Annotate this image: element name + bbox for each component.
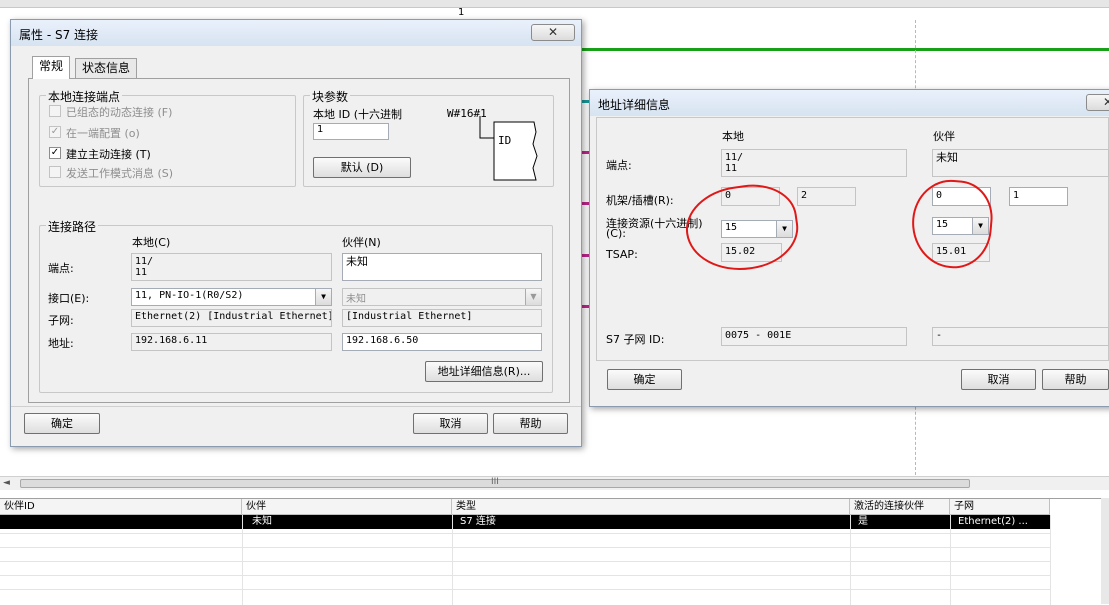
local-id-label: 本地 ID (十六进制: [313, 108, 402, 121]
endpoint-line: 11/: [135, 256, 154, 267]
close-icon[interactable]: ✕: [1086, 94, 1109, 111]
tsap-label: TSAP:: [606, 248, 638, 261]
table-cell-type: S7 连接: [460, 516, 496, 527]
scroll-left-icon[interactable]: ◄: [3, 478, 10, 488]
column-header-partner-id[interactable]: 伙伴ID: [0, 499, 242, 515]
grid-line: [0, 589, 1050, 590]
local-interface-select[interactable]: 11, PN-IO-1(R0/S2) ▼: [131, 288, 332, 306]
partner-endpoint-field: 未知: [342, 253, 542, 281]
group-title: 连接路径: [46, 218, 99, 235]
block-id-label: ID: [498, 134, 512, 147]
checkbox-active-connection[interactable]: ✓: [49, 147, 61, 159]
partner-slot-input[interactable]: 1: [1009, 187, 1068, 206]
table-cell-partner: 未知: [252, 516, 272, 527]
ethernet-network-line[interactable]: [580, 48, 1109, 51]
select-value: 未知: [346, 294, 366, 305]
local-slot-field: 2: [797, 187, 856, 206]
endpoint-label: 端点:: [48, 262, 74, 275]
grid-line: [0, 533, 1050, 534]
column-header-partner[interactable]: 伙伴: [242, 499, 452, 515]
partner-address-field: 192.168.6.50: [342, 333, 542, 351]
dialog-title: 地址详细信息: [598, 98, 671, 112]
chevron-down-icon[interactable]: ▼: [525, 289, 541, 305]
checkbox-label: 发送工作模式消息 (S): [66, 167, 174, 180]
partner-column-header: 伙伴: [933, 130, 955, 143]
local-subnet-field: Ethernet(2) [Industrial Ethernet]: [131, 309, 332, 327]
local-column-header: 本地: [722, 130, 744, 143]
help-button[interactable]: 帮助: [493, 413, 568, 434]
checkbox-label: 在一端配置 (o): [66, 127, 140, 140]
ok-button[interactable]: 确定: [607, 369, 682, 390]
endpoint-label: 端点:: [606, 159, 632, 172]
checkbox-one-end-config[interactable]: ✓: [49, 126, 61, 138]
partner-endpoint-field: 未知: [932, 149, 1109, 177]
conn-resource-label-line2: (C):: [606, 227, 626, 240]
default-button[interactable]: 默认 (D): [313, 157, 411, 178]
column-header-subnet[interactable]: 子网: [950, 499, 1050, 515]
select-value: 11, PN-IO-1(R0/S2): [135, 290, 244, 301]
endpoint-line: 11: [135, 267, 148, 278]
partner-subnet-field: [Industrial Ethernet]: [342, 309, 542, 327]
grid-line: [0, 575, 1050, 576]
endpoint-line: 11: [725, 163, 738, 174]
local-endpoint-field: 11/ 11: [721, 149, 907, 177]
rack-slot-label: 机架/插槽(R):: [606, 194, 674, 207]
s7-subnet-id-label: S7 子网 ID:: [606, 333, 665, 346]
checkbox-label: 已组态的动态连接 (F): [66, 106, 173, 119]
checkbox-send-mode-messages[interactable]: [49, 166, 61, 178]
connection-table[interactable]: 伙伴ID 伙伴 类型 激活的连接伙伴 子网 未知 S7 连接 是 Etherne…: [0, 498, 1109, 605]
local-endpoint-field: 11/ 11: [131, 253, 332, 281]
local-address-field: 192.168.6.11: [131, 333, 332, 351]
table-cell-partner-id: [0, 515, 242, 529]
chevron-down-icon[interactable]: ▼: [315, 289, 331, 305]
close-icon[interactable]: ✕: [531, 24, 575, 41]
local-id-input[interactable]: 1: [313, 123, 389, 140]
dialog-titlebar[interactable]: 属性 - S7 连接 ✕: [11, 20, 581, 46]
horizontal-scrollbar[interactable]: ◄ III: [0, 476, 1109, 490]
table-row[interactable]: 未知 S7 连接 是 Ethernet(2) ...: [0, 515, 1050, 529]
vertical-scrollbar[interactable]: [1101, 498, 1109, 604]
help-button[interactable]: 帮助: [1042, 369, 1109, 390]
interface-label: 接口(E):: [48, 292, 90, 305]
grid-line: [0, 547, 1050, 548]
checkbox-dynamic-connection[interactable]: [49, 105, 61, 117]
column-header-type[interactable]: 类型: [452, 499, 850, 515]
group-title: 块参数: [310, 88, 351, 105]
grid-line: [242, 515, 243, 605]
checkbox-label: 建立主动连接 (T): [66, 148, 151, 161]
endpoint-line: 11/: [725, 152, 744, 163]
dialog-titlebar[interactable]: 地址详细信息 ✕: [590, 90, 1109, 116]
address-label: 地址:: [48, 337, 74, 350]
table-cell-subnet: Ethernet(2) ...: [958, 516, 1028, 527]
tab-general[interactable]: 常规: [32, 56, 71, 79]
local-column-header: 本地(C): [132, 236, 171, 249]
partner-subnet-id-field: -: [932, 327, 1109, 346]
grid-line: [452, 515, 453, 605]
ruler-number: 1: [458, 7, 465, 18]
partner-column-header: 伙伴(N): [342, 236, 381, 249]
scrollbar-grip-icon: III: [491, 477, 499, 487]
grid-line: [850, 515, 851, 605]
group-title: 本地连接端点: [46, 88, 123, 105]
ruler: [0, 0, 1109, 8]
local-subnet-id-field: 0075 - 001E: [721, 327, 907, 346]
cancel-button[interactable]: 取消: [961, 369, 1036, 390]
address-details-button[interactable]: 地址详细信息(R)...: [425, 361, 543, 382]
block-id-diagram: [479, 116, 538, 181]
divider: [11, 406, 581, 407]
table-cell-active: 是: [858, 516, 868, 527]
scrollbar-thumb[interactable]: III: [20, 477, 970, 488]
column-header-active-partner[interactable]: 激活的连接伙伴: [850, 499, 950, 515]
tab-status-info[interactable]: 状态信息: [75, 58, 138, 78]
partner-interface-select[interactable]: 未知 ▼: [342, 288, 542, 306]
grid-line: [0, 561, 1050, 562]
ok-button[interactable]: 确定: [24, 413, 100, 434]
grid-line: [950, 515, 951, 605]
subnet-label: 子网:: [48, 314, 74, 327]
cancel-button[interactable]: 取消: [413, 413, 488, 434]
dialog-title: 属性 - S7 连接: [19, 28, 99, 42]
grid-line: [1050, 515, 1051, 605]
